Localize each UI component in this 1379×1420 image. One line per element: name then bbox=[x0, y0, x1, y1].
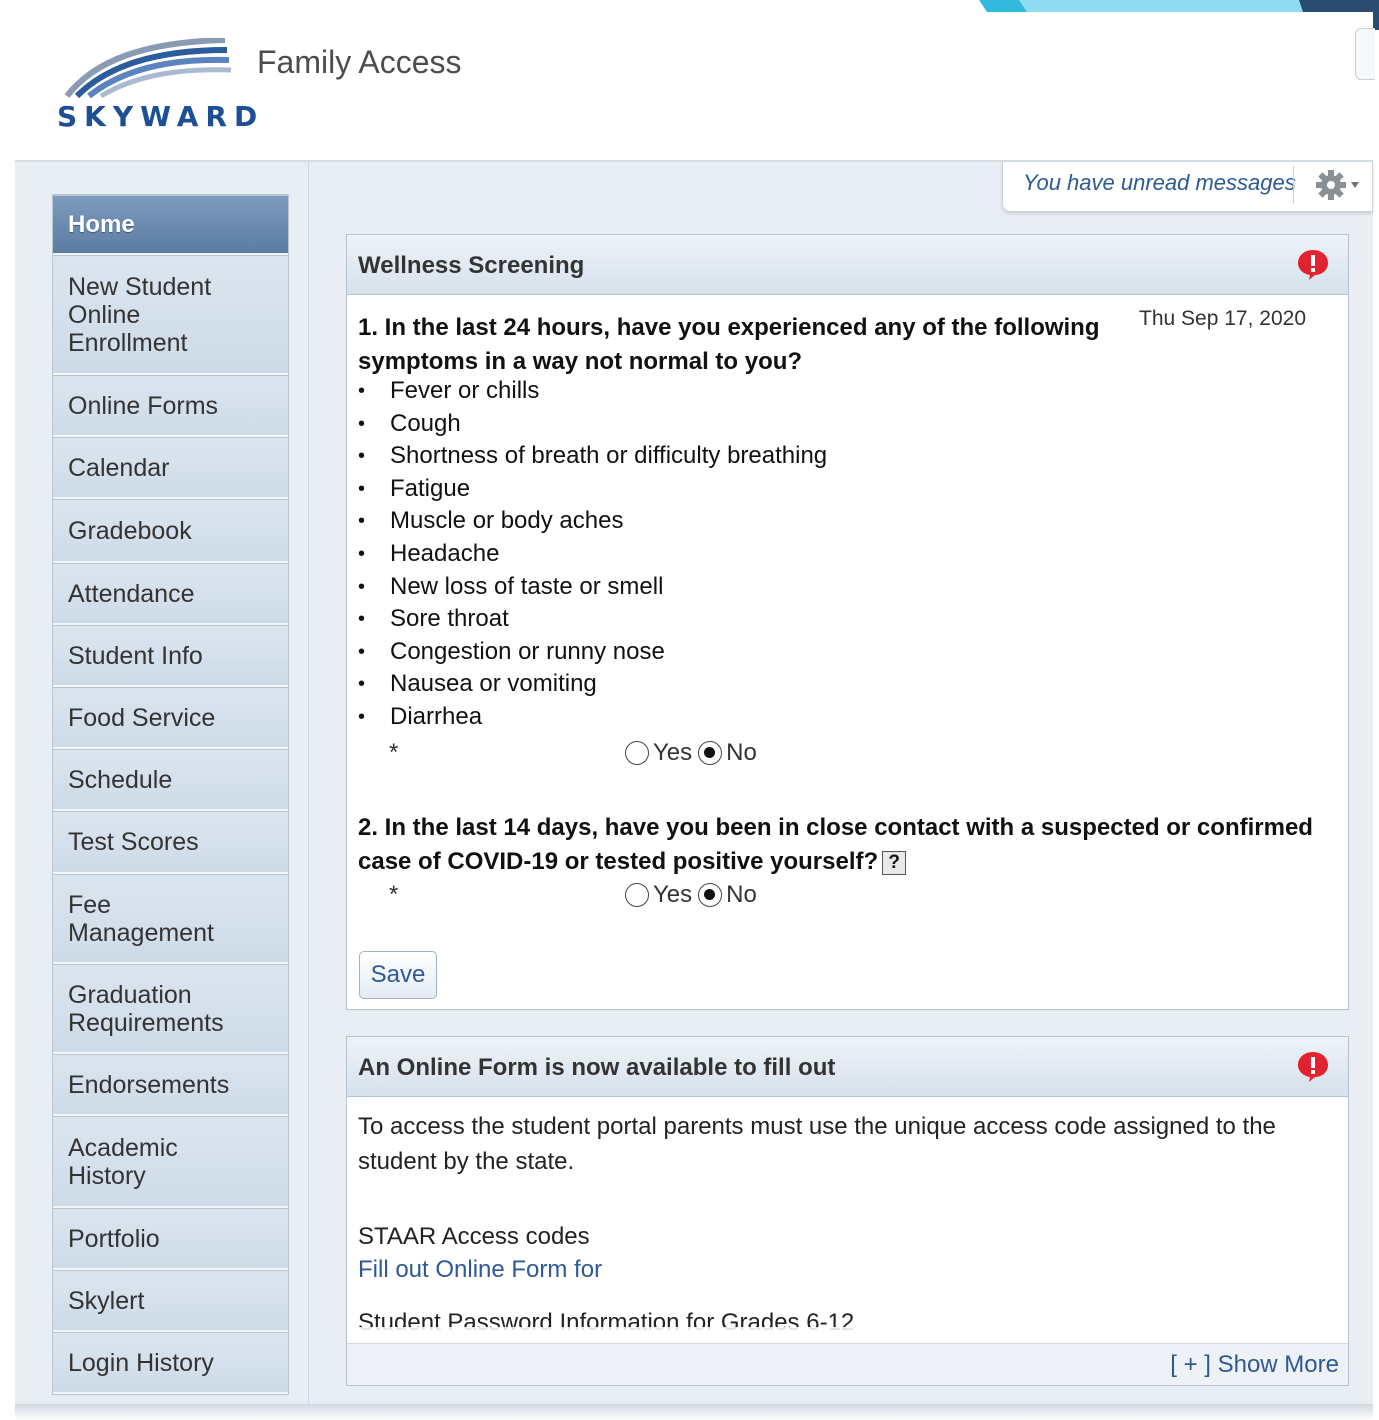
staar-label: STAAR Access codes bbox=[358, 1223, 590, 1250]
question-2-text: 2. In the last 14 days, have you been in… bbox=[358, 814, 1313, 875]
sidebar-item-portfolio[interactable]: Portfolio bbox=[53, 1208, 288, 1270]
message-bar: You have unread messages bbox=[1002, 162, 1373, 212]
sidebar-item-label: Academic History bbox=[68, 1133, 178, 1190]
panel-header: An Online Form is now available to fill … bbox=[347, 1037, 1348, 1097]
wellness-screening-panel: Wellness Screening Thu Sep 17, 2020 1. I… bbox=[346, 234, 1349, 1010]
sidebar-item-label: Calendar bbox=[68, 453, 170, 482]
symptom-item: Shortness of breath or difficulty breath… bbox=[358, 440, 827, 473]
sidebar-item-gradebook[interactable]: Gradebook bbox=[53, 499, 288, 563]
sidebar-item-label: Student Info bbox=[68, 641, 203, 670]
header-side-tab[interactable] bbox=[1355, 28, 1375, 80]
sidebar-divider bbox=[308, 162, 309, 1406]
sidebar-item-attendance[interactable]: Attendance bbox=[53, 563, 288, 625]
q2-no-label[interactable]: No bbox=[726, 881, 757, 909]
sidebar-item-food-service[interactable]: Food Service bbox=[53, 687, 288, 749]
sidebar-item-label: Skylert bbox=[68, 1286, 145, 1315]
skyward-logo[interactable]: SKYWARD bbox=[55, 38, 257, 148]
sidebar-item-test-scores[interactable]: Test Scores bbox=[53, 811, 288, 874]
q1-no-label[interactable]: No bbox=[726, 739, 757, 767]
sidebar-item-calendar[interactable]: Calendar bbox=[53, 437, 288, 499]
symptom-list: Fever or chillsCoughShortness of breath … bbox=[358, 375, 827, 734]
sidebar-item-label: Attendance bbox=[68, 579, 195, 608]
required-mark: * bbox=[389, 881, 399, 908]
sidebar-nav: Home New Student Online Enrollment Online … bbox=[52, 194, 289, 1395]
symptom-item: Fever or chills bbox=[358, 375, 827, 408]
sidebar-item-label: Endorsements bbox=[68, 1070, 230, 1099]
header: SKYWARD Family Access bbox=[15, 12, 1375, 162]
sidebar-item-home[interactable]: Home bbox=[53, 195, 288, 255]
symptom-item: Headache bbox=[358, 538, 827, 571]
q1-yes-radio[interactable] bbox=[625, 741, 649, 765]
required-mark: * bbox=[389, 739, 399, 766]
app-title: Family Access bbox=[257, 44, 462, 80]
question-1-radio-group: Yes No bbox=[625, 739, 763, 767]
alert-icon bbox=[1298, 250, 1328, 280]
sidebar-item-label: Schedule bbox=[68, 765, 173, 794]
help-icon[interactable]: ? bbox=[882, 850, 907, 875]
question-1-answer: * Yes No bbox=[389, 739, 889, 773]
gear-icon bbox=[1316, 170, 1359, 200]
panel-footer: [ + ] Show More bbox=[347, 1343, 1348, 1385]
q2-yes-radio[interactable] bbox=[625, 883, 649, 907]
sidebar-item-schedule[interactable]: Schedule bbox=[53, 749, 288, 811]
message-bar-separator bbox=[1293, 166, 1294, 204]
question-2-radio-group: Yes No bbox=[625, 881, 763, 909]
symptom-item: Fatigue bbox=[358, 473, 827, 506]
sidebar-item-graduation-requirements[interactable]: Graduation Requirements bbox=[53, 964, 288, 1054]
q1-no-radio[interactable] bbox=[698, 741, 723, 765]
sidebar-item-academic-history[interactable]: Academic History bbox=[53, 1116, 288, 1208]
symptom-item: Diarrhea bbox=[358, 701, 827, 734]
sidebar-item-label: Gradebook bbox=[68, 516, 192, 545]
symptom-item: Sore throat bbox=[358, 603, 827, 636]
logo-text: SKYWARD bbox=[57, 100, 265, 133]
sidebar-item-label: Portfolio bbox=[68, 1224, 160, 1253]
q2-no-radio[interactable] bbox=[698, 883, 723, 907]
symptom-item: Nausea or vomiting bbox=[358, 668, 827, 701]
sidebar-item-label: Online Forms bbox=[68, 391, 219, 420]
unread-messages-link[interactable]: You have unread messages bbox=[1023, 170, 1296, 196]
screening-date: Thu Sep 17, 2020 bbox=[1139, 307, 1306, 330]
settings-menu-button[interactable] bbox=[1313, 168, 1365, 202]
online-form-description: To access the student portal parents mus… bbox=[358, 1113, 1276, 1175]
sidebar-item-new-student-online-enrollment[interactable]: New Student Online Enrollment bbox=[53, 255, 288, 375]
page-body: Home New Student Online Enrollment Online … bbox=[15, 162, 1373, 1406]
fill-out-form-link[interactable]: Fill out Online Form for bbox=[358, 1256, 602, 1284]
sidebar-item-skylert[interactable]: Skylert bbox=[53, 1270, 288, 1332]
save-button[interactable]: Save bbox=[359, 951, 437, 999]
sidebar-item-student-info[interactable]: Student Info bbox=[53, 625, 288, 687]
symptom-item: Muscle or body aches bbox=[358, 505, 827, 538]
q1-yes-label[interactable]: Yes bbox=[653, 739, 692, 767]
symptom-item: Congestion or runny nose bbox=[358, 636, 827, 669]
question-2-answer: * Yes No bbox=[389, 881, 889, 915]
logo-swoosh-icon bbox=[64, 38, 232, 98]
bottom-shadow bbox=[15, 1404, 1373, 1420]
sidebar-item-label: Login History bbox=[68, 1348, 214, 1377]
sidebar-item-label: Test Scores bbox=[68, 828, 199, 856]
sidebar-item-label: Food Service bbox=[68, 703, 216, 732]
sidebar-item-online-forms[interactable]: Online Forms bbox=[53, 375, 288, 437]
sidebar-item-login-history[interactable]: Login History bbox=[53, 1332, 288, 1394]
alert-icon bbox=[1298, 1052, 1328, 1082]
sidebar-item-label: Fee Management bbox=[68, 890, 214, 947]
panel-header: Wellness Screening bbox=[347, 235, 1348, 295]
panel-title: Wellness Screening bbox=[358, 252, 585, 279]
sidebar-item-fee-management[interactable]: Fee Management bbox=[53, 874, 288, 964]
chevron-down-icon bbox=[1351, 182, 1359, 188]
symptom-item: New loss of taste or smell bbox=[358, 571, 827, 604]
symptom-item: Cough bbox=[358, 408, 827, 441]
question-1: 1. In the last 24 hours, have you experi… bbox=[358, 314, 1100, 375]
sidebar-item-label: Graduation Requirements bbox=[68, 980, 224, 1037]
panel-title: An Online Form is now available to fill … bbox=[358, 1054, 836, 1081]
question-2: 2. In the last 14 days, have you been in… bbox=[358, 811, 1328, 879]
sidebar-item-endorsements[interactable]: Endorsements bbox=[53, 1054, 288, 1116]
online-form-panel: An Online Form is now available to fill … bbox=[346, 1036, 1349, 1386]
show-more-link[interactable]: [ + ] Show More bbox=[1170, 1351, 1339, 1379]
sidebar-item-label: New Student Online Enrollment bbox=[68, 272, 212, 357]
q2-yes-label[interactable]: Yes bbox=[653, 881, 692, 909]
sidebar-item-label: Home bbox=[68, 210, 135, 238]
